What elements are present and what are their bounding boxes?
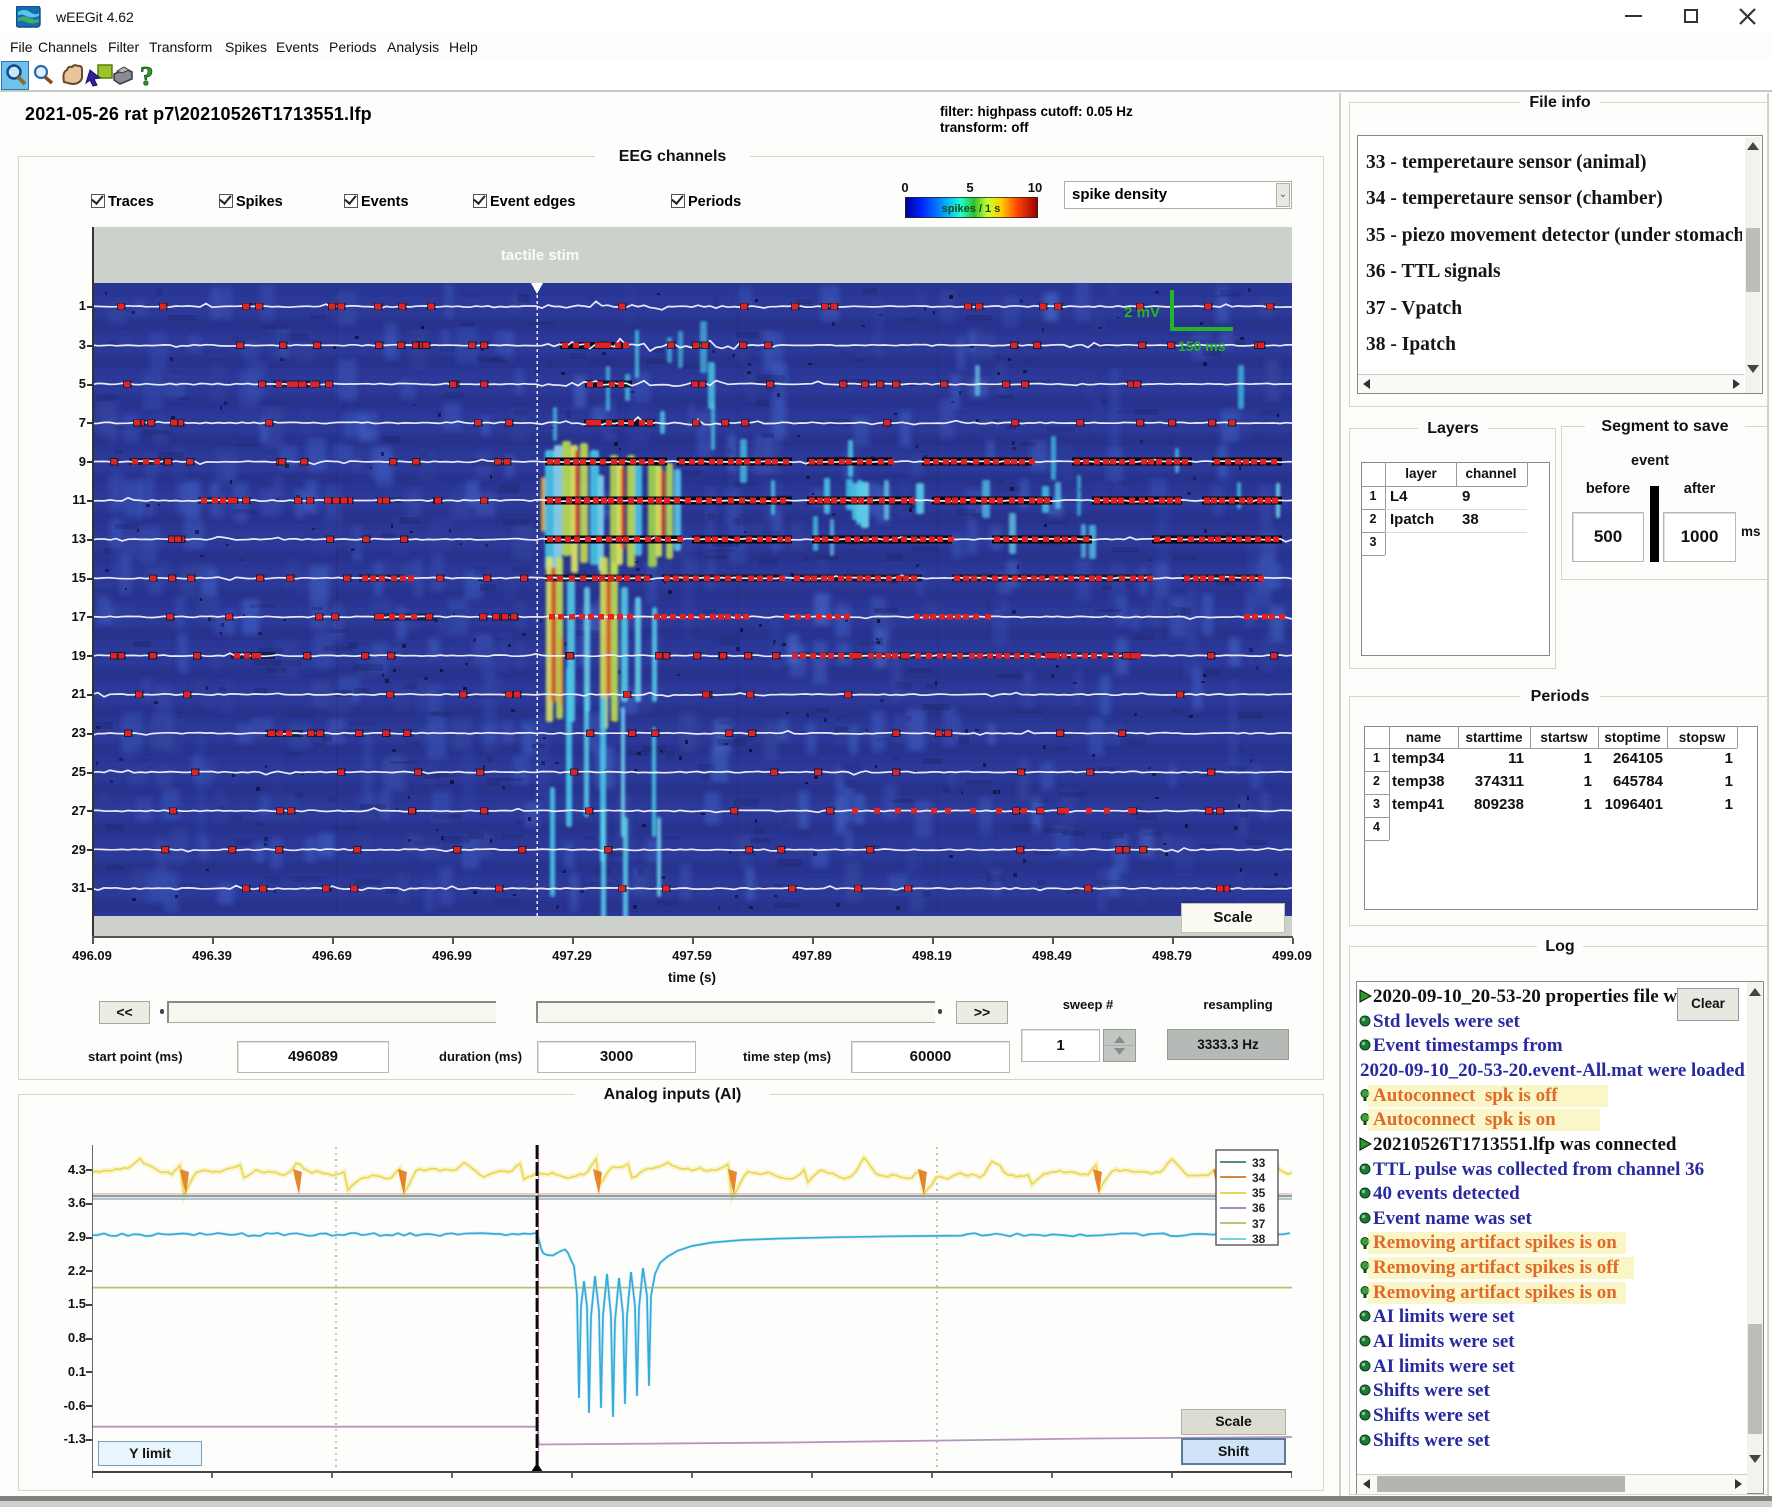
svg-text:150 ms: 150 ms [1178, 338, 1226, 354]
svg-text:35: 35 [1252, 1186, 1266, 1200]
svg-text:38: 38 [1252, 1232, 1266, 1246]
svg-text:tactile stim: tactile stim [501, 247, 579, 264]
svg-text:34: 34 [1252, 1171, 1266, 1185]
svg-text:36: 36 [1252, 1201, 1266, 1215]
svg-text:33: 33 [1252, 1156, 1266, 1170]
svg-text:37: 37 [1252, 1217, 1266, 1231]
svg-text:spikes / 1 s: spikes / 1 s [942, 203, 1001, 215]
svg-text:?: ? [140, 62, 154, 89]
svg-text:2 mV: 2 mV [1124, 304, 1160, 321]
